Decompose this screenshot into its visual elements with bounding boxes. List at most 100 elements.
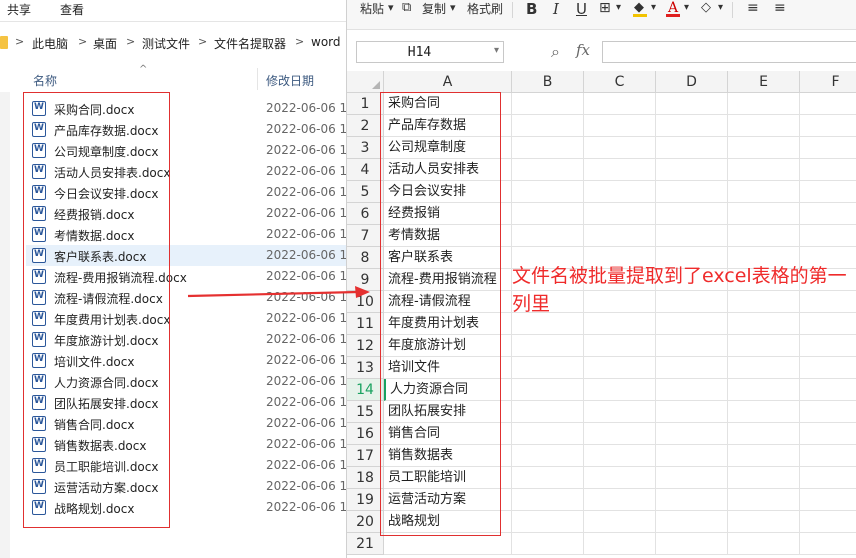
cell-d19[interactable] — [656, 489, 728, 511]
cell-d13[interactable] — [656, 357, 728, 379]
eraser-icon[interactable]: ◇ — [701, 0, 711, 15]
file-list-item[interactable]: 销售合同.docx 2022-06-06 14 — [0, 413, 350, 434]
row-header[interactable]: 14 — [347, 379, 384, 401]
row-header[interactable]: 15 — [347, 401, 384, 423]
cell-c3[interactable] — [584, 137, 656, 159]
cell-e7[interactable] — [728, 225, 800, 247]
file-list-item[interactable]: 公司规章制度.docx 2022-06-06 14 — [0, 140, 350, 161]
cell-d16[interactable] — [656, 423, 728, 445]
cell-b14[interactable] — [512, 379, 584, 401]
cell-e14[interactable] — [728, 379, 800, 401]
ribbon-tab-share[interactable]: 共享 — [7, 1, 31, 18]
cell-c5[interactable] — [584, 181, 656, 203]
chevron-down-icon[interactable]: ▾ — [718, 2, 723, 13]
file-list-item[interactable]: 产品库存数据.docx 2022-06-06 14 — [0, 119, 350, 140]
cell-a9[interactable]: 流程-费用报销流程 — [384, 269, 512, 291]
file-list-item[interactable]: 年度费用计划表.docx 2022-06-06 14 — [0, 308, 350, 329]
row-header[interactable]: 21 — [347, 533, 384, 555]
file-list-item[interactable]: 客户联系表.docx 2022-06-06 14 — [26, 245, 350, 266]
row-header[interactable]: 17 — [347, 445, 384, 467]
cell-e6[interactable] — [728, 203, 800, 225]
column-header-f[interactable]: F — [800, 71, 856, 93]
cell-e3[interactable] — [728, 137, 800, 159]
cell-a17[interactable]: 销售数据表 — [384, 445, 512, 467]
chevron-down-icon[interactable]: ▾ — [651, 2, 656, 13]
cell-f6[interactable] — [800, 203, 856, 225]
row-header[interactable]: 10 — [347, 291, 384, 313]
column-header-a[interactable]: A — [384, 71, 512, 93]
cell-d17[interactable] — [656, 445, 728, 467]
copy-button[interactable]: 复制 — [422, 0, 446, 17]
file-list-item[interactable]: 考情数据.docx 2022-06-06 14 — [0, 224, 350, 245]
cell-a5[interactable]: 今日会议安排 — [384, 181, 512, 203]
cell-c12[interactable] — [584, 335, 656, 357]
cell-f19[interactable] — [800, 489, 856, 511]
cell-a21[interactable] — [384, 533, 512, 555]
cell-e5[interactable] — [728, 181, 800, 203]
function-icon[interactable]: fx — [576, 41, 590, 59]
cell-b5[interactable] — [512, 181, 584, 203]
cell-e1[interactable] — [728, 93, 800, 115]
cell-a4[interactable]: 活动人员安排表 — [384, 159, 512, 181]
cell-f17[interactable] — [800, 445, 856, 467]
cell-f12[interactable] — [800, 335, 856, 357]
cell-b16[interactable] — [512, 423, 584, 445]
cell-d6[interactable] — [656, 203, 728, 225]
row-header[interactable]: 4 — [347, 159, 384, 181]
cell-c18[interactable] — [584, 467, 656, 489]
column-header-e[interactable]: E — [728, 71, 800, 93]
cell-a15[interactable]: 团队拓展安排 — [384, 401, 512, 423]
cell-d4[interactable] — [656, 159, 728, 181]
row-header[interactable]: 6 — [347, 203, 384, 225]
cell-d1[interactable] — [656, 93, 728, 115]
fill-color-icon[interactable]: ◆ — [634, 0, 644, 15]
formula-input[interactable] — [602, 41, 856, 63]
borders-icon[interactable]: ⊞ — [599, 0, 611, 16]
zoom-icon[interactable]: ⌕ — [551, 42, 560, 62]
cell-e16[interactable] — [728, 423, 800, 445]
chevron-down-icon[interactable]: ▾ — [450, 1, 456, 14]
file-list-item[interactable]: 培训文件.docx 2022-06-06 14 — [0, 350, 350, 371]
cell-c15[interactable] — [584, 401, 656, 423]
cell-c17[interactable] — [584, 445, 656, 467]
file-list-item[interactable]: 团队拓展安排.docx 2022-06-06 14 — [0, 392, 350, 413]
cell-d20[interactable] — [656, 511, 728, 533]
cell-a10[interactable]: 流程-请假流程 — [384, 291, 512, 313]
cell-a14[interactable]: 人力资源合同 — [384, 379, 512, 401]
cell-a11[interactable]: 年度费用计划表 — [384, 313, 512, 335]
row-header[interactable]: 5 — [347, 181, 384, 203]
cell-c20[interactable] — [584, 511, 656, 533]
cell-b18[interactable] — [512, 467, 584, 489]
cell-e2[interactable] — [728, 115, 800, 137]
file-list-item[interactable]: 运营活动方案.docx 2022-06-06 14 — [0, 476, 350, 497]
cell-a6[interactable]: 经费报销 — [384, 203, 512, 225]
cell-b12[interactable] — [512, 335, 584, 357]
underline-button[interactable]: U — [576, 0, 587, 18]
row-header[interactable]: 9 — [347, 269, 384, 291]
cell-d3[interactable] — [656, 137, 728, 159]
cell-c19[interactable] — [584, 489, 656, 511]
cell-e12[interactable] — [728, 335, 800, 357]
cell-f3[interactable] — [800, 137, 856, 159]
cell-b6[interactable] — [512, 203, 584, 225]
cell-d12[interactable] — [656, 335, 728, 357]
cell-a7[interactable]: 考情数据 — [384, 225, 512, 247]
cell-a2[interactable]: 产品库存数据 — [384, 115, 512, 137]
bold-button[interactable]: B — [526, 0, 537, 18]
select-all-corner[interactable] — [347, 71, 384, 93]
chevron-down-icon[interactable]: ▾ — [616, 2, 621, 13]
cell-f1[interactable] — [800, 93, 856, 115]
cell-f18[interactable] — [800, 467, 856, 489]
cell-f4[interactable] — [800, 159, 856, 181]
cell-b15[interactable] — [512, 401, 584, 423]
cell-d2[interactable] — [656, 115, 728, 137]
row-header[interactable]: 3 — [347, 137, 384, 159]
file-list-item[interactable]: 今日会议安排.docx 2022-06-06 14 — [0, 182, 350, 203]
cell-b4[interactable] — [512, 159, 584, 181]
breadcrumb-desktop[interactable]: 桌面 — [93, 35, 117, 52]
file-list-item[interactable]: 活动人员安排表.docx 2022-06-06 14 — [0, 161, 350, 182]
align-left-icon[interactable]: ≡ — [747, 0, 759, 16]
cell-f21[interactable] — [800, 533, 856, 555]
cell-c14[interactable] — [584, 379, 656, 401]
cell-d14[interactable] — [656, 379, 728, 401]
